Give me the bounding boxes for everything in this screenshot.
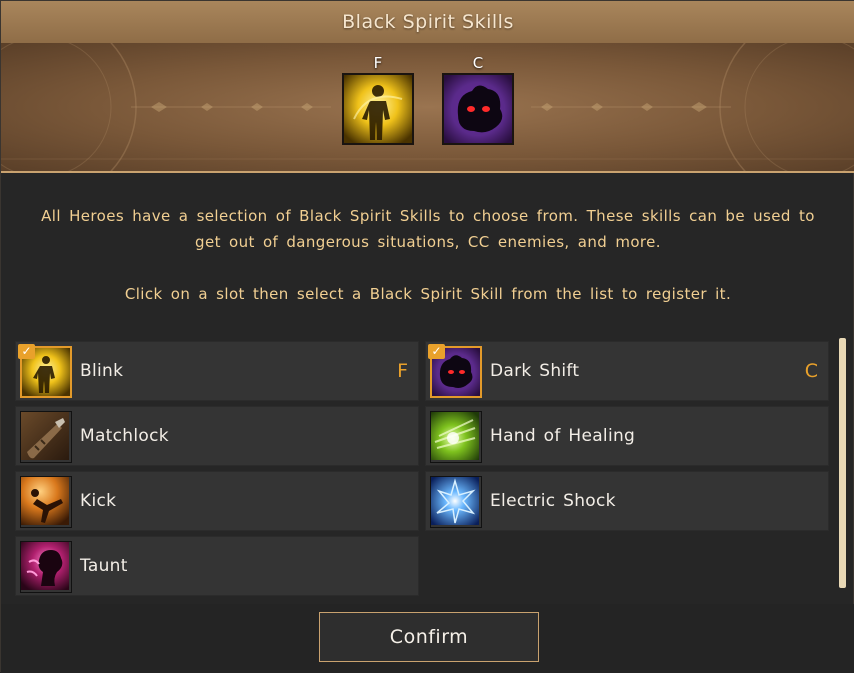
slot-key-label: F	[373, 54, 383, 72]
skill-name: Electric Shock	[490, 491, 616, 511]
skill-list: ✓ Blink F ✓ Dark Shift C Matchlock Hand …	[13, 341, 833, 603]
blink-skill-icon[interactable]	[342, 73, 414, 145]
black-spirit-skills-window: Black Spirit Skills F C All Heroes have …	[0, 0, 854, 673]
skill-key: F	[397, 360, 408, 382]
hand-of-healing-icon	[430, 411, 482, 463]
list-scrollbar[interactable]	[839, 338, 846, 588]
checkmark-icon: ✓	[18, 344, 35, 359]
skill-row-dark-shift[interactable]: ✓ Dark Shift C	[425, 341, 829, 401]
skill-row-kick[interactable]: Kick	[15, 471, 419, 531]
description-text: All Heroes have a selection of Black Spi…	[31, 203, 825, 307]
skill-name: Dark Shift	[490, 361, 580, 381]
checkmark-icon: ✓	[428, 344, 445, 359]
title-bar: Black Spirit Skills	[1, 1, 854, 44]
skill-row-matchlock[interactable]: Matchlock	[15, 406, 419, 466]
taunt-icon	[20, 541, 72, 593]
slot-c[interactable]: C	[440, 53, 516, 145]
skill-name: Hand of Healing	[490, 426, 636, 446]
skill-name: Kick	[80, 491, 117, 511]
description-line-2: Click on a slot then select a Black Spir…	[124, 285, 732, 303]
dark-shift-skill-icon[interactable]	[442, 73, 514, 145]
skill-slot-band: F C	[1, 43, 854, 173]
window-title: Black Spirit Skills	[342, 11, 514, 33]
skill-row-electric-shock[interactable]: Electric Shock	[425, 471, 829, 531]
matchlock-icon	[20, 411, 72, 463]
description-line-1: All Heroes have a selection of Black Spi…	[41, 207, 815, 251]
confirm-button[interactable]: Confirm	[319, 612, 539, 662]
skill-name: Matchlock	[80, 426, 169, 446]
kick-icon	[20, 476, 72, 528]
ornament-decoration	[1, 43, 854, 171]
skill-row-blink[interactable]: ✓ Blink F	[15, 341, 419, 401]
slot-key-label: C	[472, 54, 484, 72]
skill-name: Taunt	[80, 556, 128, 576]
skill-row-hand-of-healing[interactable]: Hand of Healing	[425, 406, 829, 466]
skill-key: C	[804, 360, 818, 382]
slot-f[interactable]: F	[340, 53, 416, 145]
electric-shock-icon	[430, 476, 482, 528]
skill-row-taunt[interactable]: Taunt	[15, 536, 419, 596]
skill-name: Blink	[80, 361, 124, 381]
